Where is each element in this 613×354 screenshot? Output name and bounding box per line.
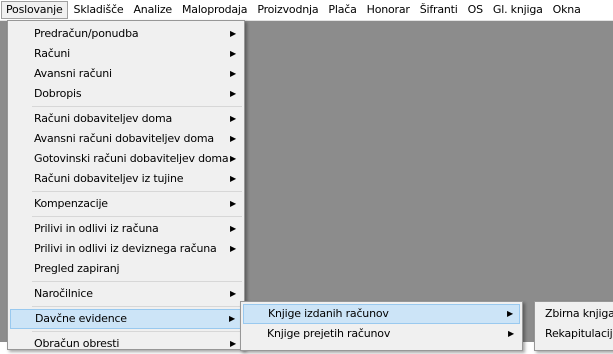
menu-item-label: Naročilnice (34, 287, 93, 300)
menu-item-dobropis[interactable]: Dobropis (10, 84, 242, 104)
menu-item-pregled-zapiranj[interactable]: Pregled zapiranj (10, 259, 242, 279)
menu-item-label: Avansni računi (34, 67, 112, 80)
menu-honorar[interactable]: Honorar (363, 1, 414, 19)
poslovanje-dropdown: Predračun/ponudba Računi Avansni računi … (7, 20, 245, 350)
menu-item-predracun[interactable]: Predračun/ponudba (10, 24, 242, 44)
menu-skladisce[interactable]: Skladišče (70, 1, 128, 19)
menu-item-label: Prilivi in odlivi iz računa (34, 222, 159, 235)
submenu-arrow-icon (230, 109, 236, 129)
menu-sifranti[interactable]: Šifranti (416, 1, 462, 19)
menu-item-label: Obračun obresti (34, 337, 120, 350)
submenu-arrow-icon (230, 84, 236, 104)
menu-separator (32, 216, 242, 217)
menu-proizvodnja[interactable]: Proizvodnja (253, 1, 322, 19)
knjige-izdanih-submenu: Zbirna knjiga Rekapitulacija (534, 301, 613, 351)
menu-item-racuni-dobaviteljev-doma[interactable]: Računi dobaviteljev doma (10, 109, 242, 129)
menu-item-narocilnice[interactable]: Naročilnice (10, 284, 242, 304)
submenu-arrow-icon (507, 305, 513, 323)
submenu-arrow-icon (230, 219, 236, 239)
menu-item-label: Predračun/ponudba (34, 27, 139, 40)
menu-item-label: Davčne evidence (35, 312, 127, 325)
menu-analize[interactable]: Analize (129, 1, 176, 19)
menu-separator (32, 106, 242, 107)
menu-separator (32, 331, 242, 332)
submenu-arrow-icon (230, 194, 236, 214)
menu-item-avansni-racuni-dobaviteljev[interactable]: Avansni računi dobaviteljev doma (10, 129, 242, 149)
menu-item-zbirna-knjiga[interactable]: Zbirna knjiga (537, 304, 613, 324)
menu-bar: Poslovanje Skladišče Analize Maloprodaja… (0, 0, 613, 21)
submenu-arrow-icon (230, 239, 236, 259)
menu-item-racuni[interactable]: Računi (10, 44, 242, 64)
menu-item-label: Zbirna knjiga (545, 307, 613, 320)
menu-item-label: Računi (34, 47, 70, 60)
menu-item-avansni-racuni[interactable]: Avansni računi (10, 64, 242, 84)
menu-item-prilivi-odlivi[interactable]: Prilivi in odlivi iz računa (10, 219, 242, 239)
menu-item-label: Knjige izdanih računov (268, 307, 389, 320)
davcne-evidence-submenu: Knjige izdanih računov Knjige prejetih r… (240, 301, 523, 351)
menu-separator (32, 281, 242, 282)
menu-item-label: Dobropis (34, 87, 82, 100)
menu-item-racuni-iz-tujine[interactable]: Računi dobaviteljev iz tujine (10, 169, 242, 189)
menu-okna[interactable]: Okna (549, 1, 585, 19)
menu-item-label: Prilivi in odlivi iz deviznega računa (34, 242, 217, 255)
submenu-arrow-icon (508, 324, 514, 344)
submenu-arrow-icon (229, 310, 235, 328)
menu-placa[interactable]: Plača (324, 1, 360, 19)
menu-item-label: Knjige prejetih računov (267, 327, 391, 340)
menu-item-gotovinski-racuni[interactable]: Gotovinski računi dobaviteljev doma (10, 149, 242, 169)
menu-separator (32, 306, 242, 307)
menu-maloprodaja[interactable]: Maloprodaja (178, 1, 251, 19)
menu-item-davcne-evidence[interactable]: Davčne evidence (10, 309, 242, 329)
menu-item-label: Avansni računi dobaviteljev doma (34, 132, 214, 145)
menu-item-label: Pregled zapiranj (34, 262, 120, 275)
menu-poslovanje[interactable]: Poslovanje (1, 1, 68, 19)
menu-item-obracun-obresti[interactable]: Obračun obresti (10, 334, 242, 354)
menu-os[interactable]: OS (464, 1, 487, 19)
menu-item-kompenzacije[interactable]: Kompenzacije (10, 194, 242, 214)
menu-item-rekapitulacija[interactable]: Rekapitulacija (537, 324, 613, 344)
submenu-arrow-icon (230, 129, 236, 149)
submenu-arrow-icon (230, 169, 236, 189)
submenu-arrow-icon (230, 44, 236, 64)
submenu-arrow-icon (230, 24, 236, 44)
menu-item-label: Gotovinski računi dobaviteljev doma (34, 152, 229, 165)
menu-item-knjige-prejetih[interactable]: Knjige prejetih računov (243, 324, 520, 344)
menu-item-label: Računi dobaviteljev iz tujine (34, 172, 184, 185)
menu-item-knjige-izdanih[interactable]: Knjige izdanih računov (243, 304, 520, 324)
menu-separator (32, 191, 242, 192)
submenu-arrow-icon (230, 334, 236, 354)
menu-item-label: Računi dobaviteljev doma (34, 112, 173, 125)
submenu-arrow-icon (230, 64, 236, 84)
menu-item-label: Kompenzacije (34, 197, 108, 210)
submenu-arrow-icon (230, 149, 236, 169)
menu-item-prilivi-odlivi-devizni[interactable]: Prilivi in odlivi iz deviznega računa (10, 239, 242, 259)
submenu-arrow-icon (230, 284, 236, 304)
menu-gl-knjiga[interactable]: Gl. knjiga (489, 1, 547, 19)
menu-item-label: Rekapitulacija (545, 327, 613, 340)
